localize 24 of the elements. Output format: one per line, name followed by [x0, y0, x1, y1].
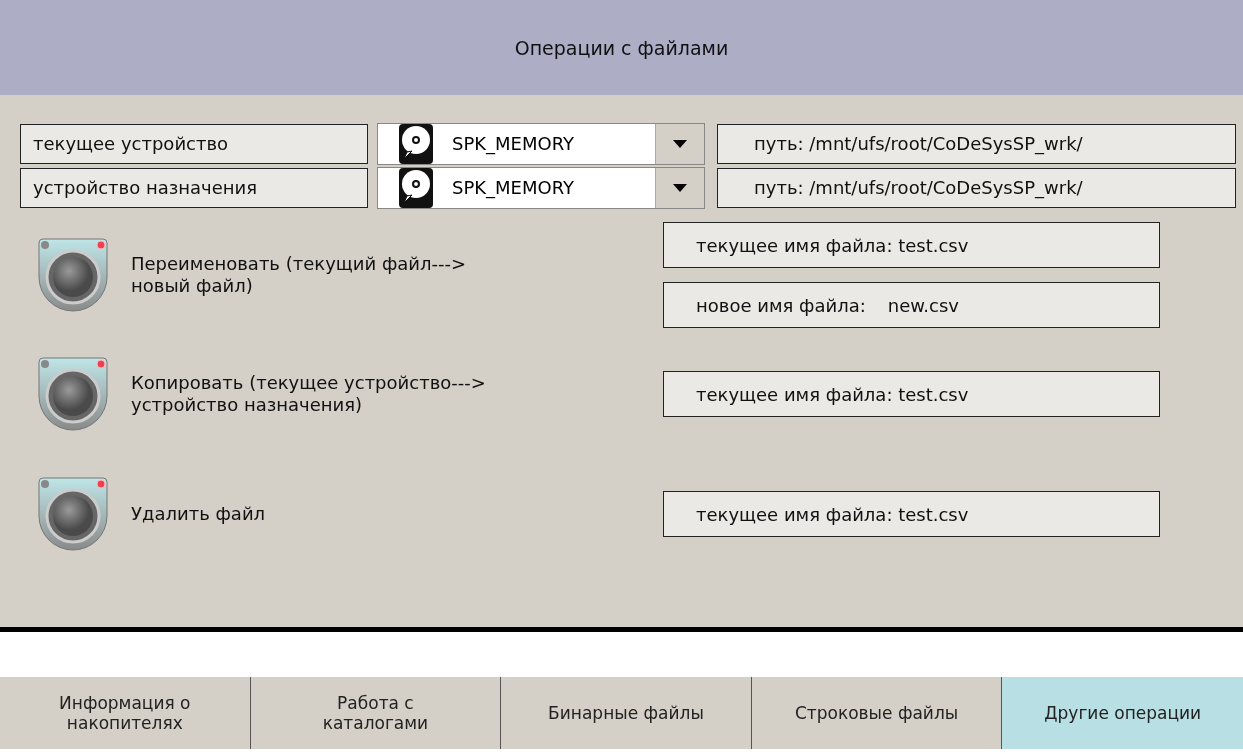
device-dropdown[interactable]: SPK_MEMORY [377, 166, 705, 209]
operation-label: Переименовать (текущий файл---> новый файл) [131, 252, 467, 298]
page-title: Операции с файлами [0, 0, 1243, 95]
nav-tab[interactable]: Работа с каталогами [250, 677, 502, 749]
nav-tab[interactable]: Строковые файлы [751, 677, 1003, 749]
operation-label: Копировать (текущее устройство---> устройство назначения) [131, 371, 486, 417]
device-label: устройство назначения [20, 167, 368, 208]
round-push-button-icon[interactable] [35, 356, 111, 432]
path-field: путь: /mnt/ufs/root/CoDeSysSP_wrk/ [717, 167, 1236, 208]
dropdown-arrow-icon [673, 139, 687, 148]
file-name-field: текущее имя файла: test.csv [663, 222, 1160, 268]
path-field: путь: /mnt/ufs/root/CoDeSysSP_wrk/ [717, 123, 1236, 164]
file-name-field: текущее имя файла: test.csv [663, 491, 1160, 537]
nav-tab[interactable]: Бинарные файлы [501, 677, 752, 749]
device-label: текущее устройство [20, 123, 368, 164]
device-dropdown[interactable]: SPK_MEMORY [377, 122, 705, 165]
nav-tab[interactable]: Информация о накопителях [0, 677, 251, 749]
dropdown-arrow-icon [673, 183, 687, 192]
round-push-button-icon[interactable] [35, 237, 111, 313]
file-name-field: текущее имя файла: test.csv [663, 371, 1160, 417]
operation-label: Удалить файл [131, 502, 266, 526]
file-name-field: новое имя файла: new.csv [663, 282, 1160, 328]
nav-tab[interactable]: Другие операции [1002, 677, 1243, 749]
round-push-button-icon[interactable] [35, 476, 111, 552]
